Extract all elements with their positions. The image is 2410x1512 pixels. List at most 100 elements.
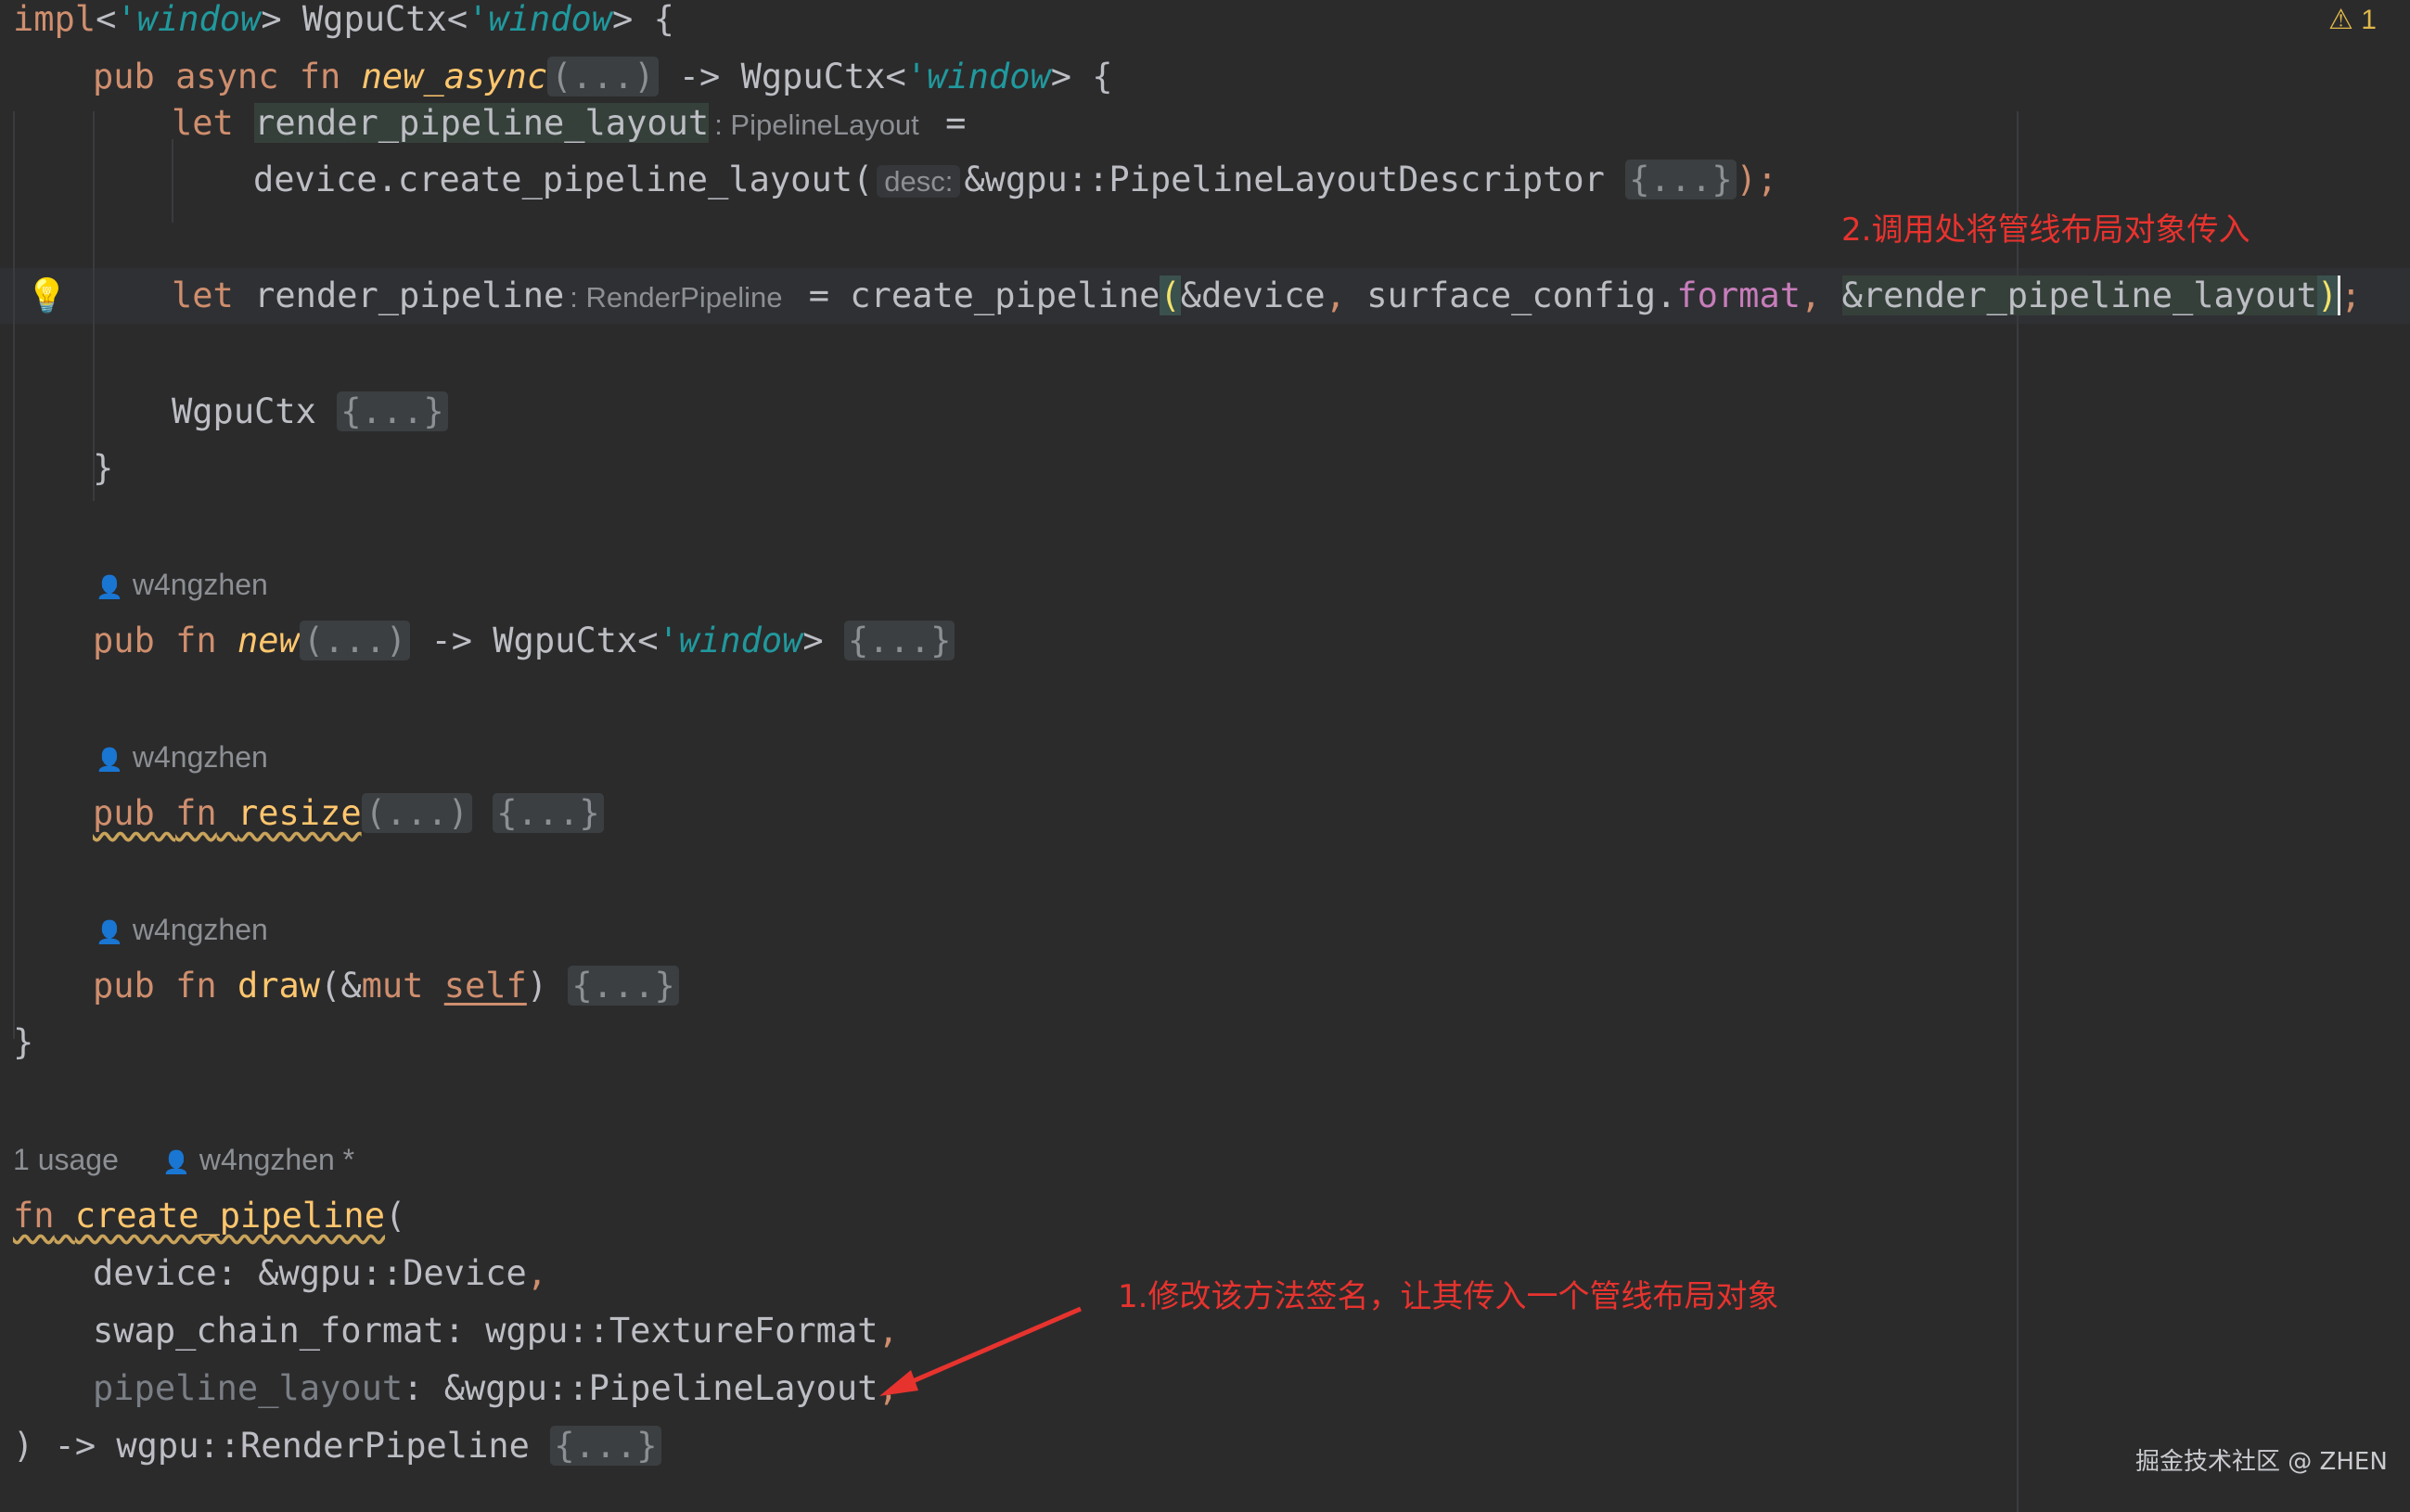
folded-block[interactable]: {...} [843, 621, 955, 660]
argument-highlighted: &render_pipeline_layout [1841, 275, 2317, 315]
keyword-fn: fn [299, 57, 341, 96]
parameter-type: : wgpu::TextureFormat [443, 1311, 878, 1351]
code-line-fn-resize[interactable]: pub fn resize (...) {...} [93, 788, 604, 839]
method-call: device.create_pipeline_layout( [253, 160, 874, 199]
code-line-let-pipeline[interactable]: let render_pipeline: RenderPipeline = cr… [172, 271, 2361, 321]
person-icon: 👤 [96, 748, 123, 773]
punctuation: > { [1050, 57, 1113, 96]
code-line-wgpuctx[interactable]: WgpuCtx {...} [172, 387, 448, 437]
author-name: w4ngzhen * [199, 1143, 355, 1176]
folded-block[interactable]: {...} [493, 793, 604, 833]
code-line-fn-new[interactable]: pub fn new (...) -> WgpuCtx<'window> {...… [93, 616, 955, 666]
return-type: ) -> wgpu::RenderPipeline [13, 1426, 551, 1466]
argument: surface_config. [1366, 275, 1677, 315]
keyword-mut: mut [361, 966, 424, 1006]
keyword-pub: pub [93, 57, 155, 96]
type-hint: : PipelineLayout [714, 109, 919, 141]
folded-block[interactable]: {...} [550, 1426, 661, 1466]
argument: &device [1180, 275, 1326, 315]
function-call: create_pipeline [850, 275, 1160, 315]
code-line-param-format[interactable]: swap_chain_format: wgpu::TextureFormat, [93, 1306, 899, 1356]
indent-guide [172, 139, 173, 223]
warning-icon: ⚠ [2328, 5, 2353, 35]
function-name: create_pipeline [74, 1196, 385, 1236]
lifetime: 'window [468, 0, 613, 39]
folded-block[interactable]: {...} [568, 966, 679, 1006]
code-vision-author[interactable]: 👤 w4ngzhen [96, 911, 268, 948]
keyword-let: let [172, 103, 234, 143]
operator: = [924, 103, 967, 143]
code-line-return[interactable]: ) -> wgpu::RenderPipeline {...} [13, 1421, 661, 1471]
parameter-name-unused: pipeline_layout [93, 1368, 404, 1408]
code-vision-author[interactable]: 👤 w4ngzhen [96, 566, 268, 603]
code-vision-author[interactable]: 👤 w4ngzhen * [162, 1141, 354, 1178]
return-type: -> WgpuCtx< [410, 621, 659, 660]
folded-block[interactable]: {...} [337, 391, 448, 431]
code-editor[interactable]: ⚠ 1 impl<'window> WgpuCtx<'window> { pub… [0, 0, 2410, 1512]
punctuation: > { [612, 0, 674, 39]
field-name: format [1676, 275, 1801, 315]
code-line-let-layout[interactable]: let render_pipeline_layout: PipelineLayo… [172, 98, 966, 148]
keyword-fn: fn [13, 1196, 55, 1236]
warning-indicator[interactable]: ⚠ 1 [2328, 4, 2377, 36]
return-type: -> WgpuCtx< [658, 57, 906, 96]
code-line-fn-create-pipeline[interactable]: fn create_pipeline( [13, 1191, 405, 1241]
parameter-hint: desc: [877, 165, 961, 198]
code-line-new-async[interactable]: pub async fn new_async (...) -> WgpuCtx<'… [93, 52, 1113, 102]
punctuation: ; [2340, 275, 2362, 315]
punctuation: (& [320, 966, 362, 1006]
type-hint: : RenderPipeline [570, 281, 783, 314]
folded-params[interactable]: (...) [361, 793, 472, 833]
parameter-type: : &wgpu::PipelineLayout [403, 1368, 878, 1408]
punctuation: ) [526, 966, 569, 1006]
usage-count[interactable]: 1 usage [13, 1143, 119, 1176]
code-vision-author[interactable]: 👤 w4ngzhen [96, 738, 268, 775]
annotation-arrow [879, 1306, 1082, 1396]
warning-count: 1 [2361, 5, 2377, 35]
keyword-fn: fn [175, 621, 217, 660]
folded-params[interactable]: (...) [547, 57, 659, 96]
keyword-pub: pub [93, 793, 155, 833]
folded-block[interactable]: {...} [1625, 160, 1737, 199]
punctuation: , [526, 1253, 548, 1293]
keyword-impl: impl [13, 0, 96, 39]
argument: &wgpu::PipelineLayoutDescriptor [964, 160, 1626, 199]
code-line-param-device[interactable]: device: &wgpu::Device, [93, 1249, 547, 1299]
keyword-pub: pub [93, 966, 155, 1006]
code-line-impl[interactable]: impl<'window> WgpuCtx<'window> { [13, 0, 674, 45]
person-icon: 👤 [96, 920, 123, 945]
keyword-self: self [443, 966, 527, 1006]
variable-name: render_pipeline_layout [254, 103, 710, 143]
code-line-close: } [93, 443, 113, 493]
keyword-pub: pub [93, 621, 155, 660]
closing-brace: } [93, 448, 114, 488]
code-vision-usages[interactable]: 1 usage [13, 1141, 119, 1178]
author-name: w4ngzhen [132, 740, 268, 774]
keyword-async: async [175, 57, 279, 96]
type-name: WgpuCtx [172, 391, 338, 431]
code-line-param-layout[interactable]: pipeline_layout: &wgpu::PipelineLayout, [93, 1364, 899, 1414]
indent-guide [13, 111, 15, 1039]
function-name: new [237, 621, 300, 660]
parameter-name: swap_chain_format [93, 1311, 444, 1351]
lightbulb-icon[interactable]: 💡 [26, 276, 68, 315]
annotation-step2: 2.调用处将管线布局对象传入 [1841, 211, 2250, 249]
author-name: w4ngzhen [132, 568, 268, 601]
matched-bracket: ( [1160, 275, 1181, 315]
annotation-step1: 1.修改该方法签名，让其传入一个管线布局对象 [1118, 1278, 1779, 1315]
parameter-type: : &wgpu::Device [216, 1253, 527, 1293]
operator: = [788, 275, 851, 315]
function-name: new_async [361, 57, 548, 96]
person-icon: 👤 [162, 1150, 190, 1175]
punctuation: ( [384, 1196, 406, 1236]
code-line-create-layout[interactable]: device.create_pipeline_layout(desc: &wgpu… [253, 155, 1777, 205]
punctuation: , [1325, 275, 1367, 315]
closing-brace: } [13, 1022, 34, 1062]
function-name: resize [237, 793, 362, 833]
code-line-fn-draw[interactable]: pub fn draw(&mut self) {...} [93, 961, 679, 1011]
punctuation: , [1801, 275, 1842, 315]
parameter-name: device [93, 1253, 217, 1293]
folded-params[interactable]: (...) [299, 621, 411, 660]
lifetime: 'window [116, 0, 262, 39]
type-name: WgpuCtx [301, 0, 447, 39]
